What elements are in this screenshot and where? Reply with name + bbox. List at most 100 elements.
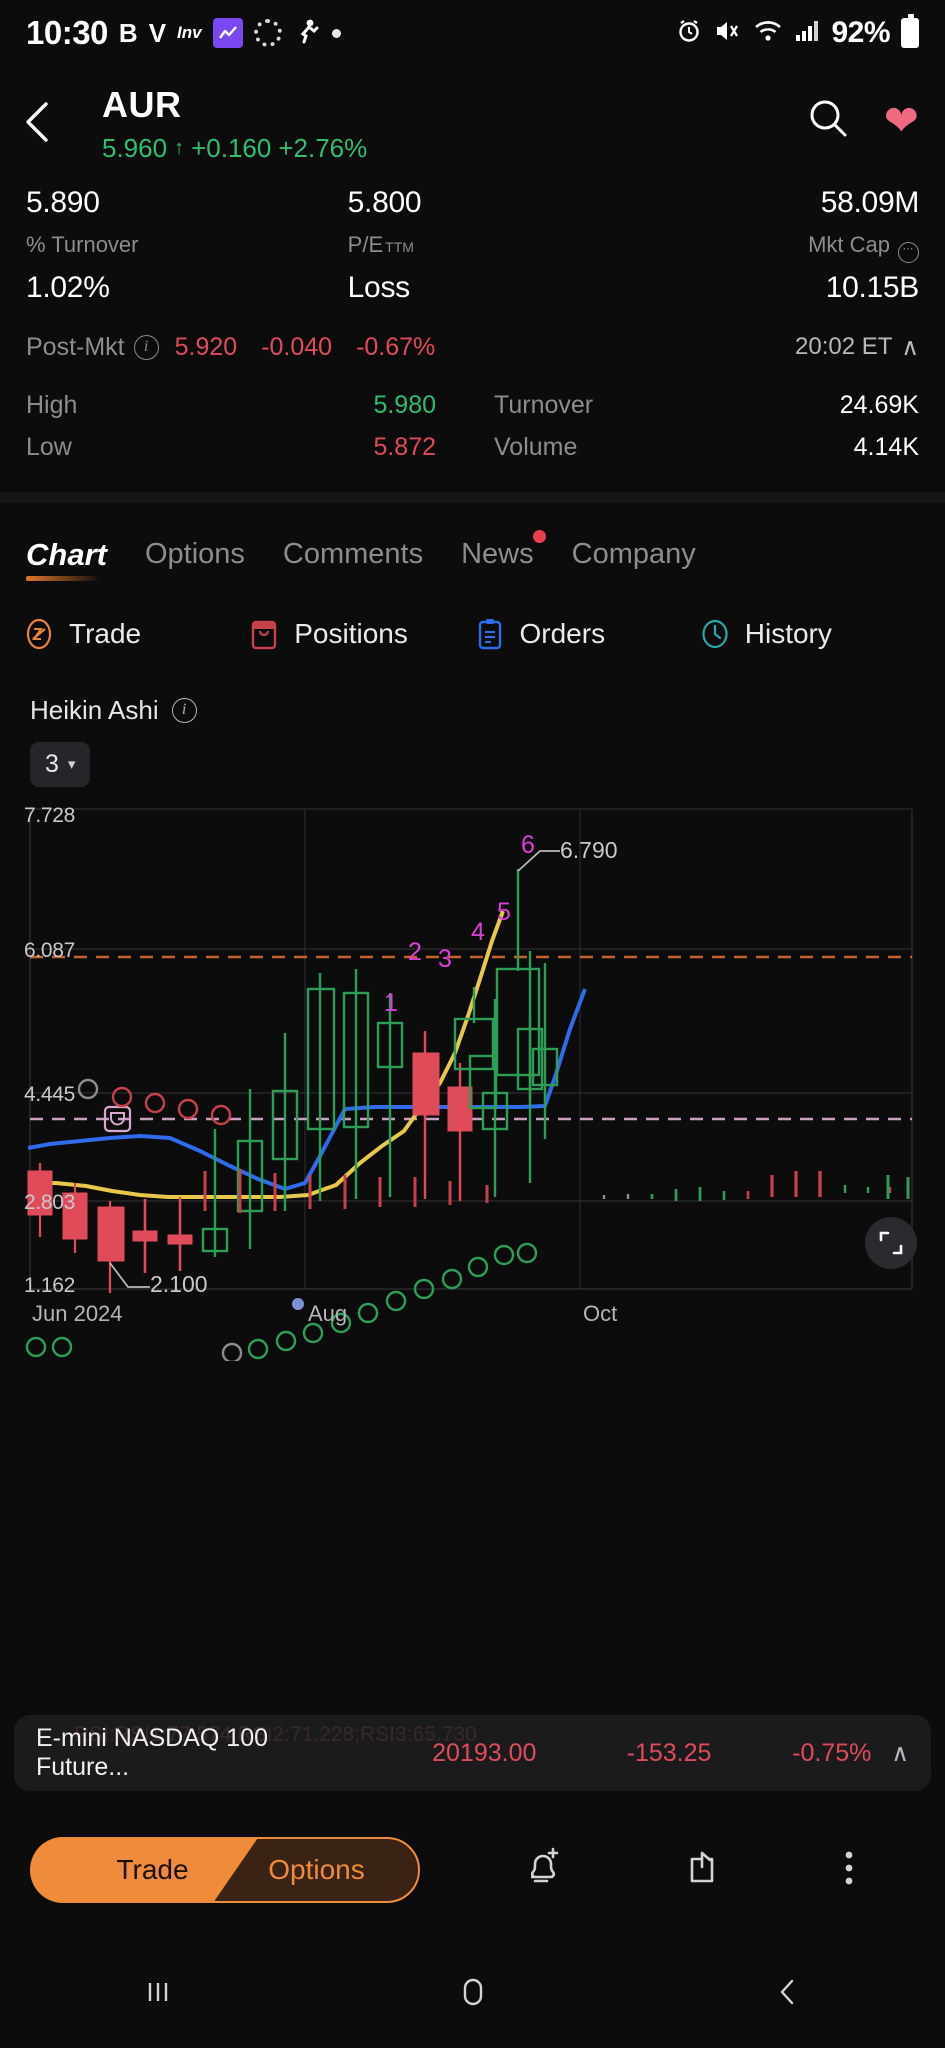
chart-period-value: 3 bbox=[45, 750, 59, 779]
info-icon[interactable]: i bbox=[134, 335, 159, 360]
trade-options-pill: Trade Options bbox=[30, 1837, 420, 1903]
y-tick-label: 4.445 bbox=[24, 1083, 75, 1107]
x-tick-label: Jun 2024 bbox=[32, 1301, 123, 1327]
y-tick-label: 7.728 bbox=[24, 804, 75, 828]
stat-cell-open: 5.890 % Turnover bbox=[26, 186, 312, 263]
share-icon[interactable] bbox=[680, 1845, 724, 1896]
futures-ticker-bar[interactable]: RSI:RSI1:77.574;RSI2:71.228;RSI3:65.730 … bbox=[14, 1715, 931, 1791]
inv-glyph-icon: Inv bbox=[177, 23, 202, 43]
post-market-time-group[interactable]: 20:02 ET ∧ bbox=[795, 333, 919, 362]
futures-name: E-mini NASDAQ 100 Future... bbox=[36, 1724, 351, 1782]
action-positions[interactable]: Positions bbox=[247, 617, 472, 651]
back-button[interactable] bbox=[22, 84, 76, 151]
chart-type-label: Heikin Ashi bbox=[30, 695, 159, 726]
stat-label-sup: TTM bbox=[385, 239, 414, 255]
up-arrow-icon: ↑ bbox=[174, 137, 184, 160]
heart-icon[interactable]: ❤ bbox=[884, 100, 919, 142]
sar-dots-rising bbox=[223, 1244, 536, 1361]
chevron-down-icon: ▾ bbox=[68, 755, 76, 773]
stat-value: Loss bbox=[348, 271, 634, 305]
history-clock-icon bbox=[698, 617, 732, 651]
low-value: 5.872 bbox=[186, 433, 436, 462]
price-chart[interactable]: 7.728 6.087 4.445 2.803 1.162 6.790 2.10… bbox=[0, 801, 945, 1361]
alert-bell-icon[interactable] bbox=[519, 1845, 563, 1896]
quick-action-row: Trade Positions Orders History bbox=[0, 581, 945, 651]
post-market-label: Post-Mkt bbox=[26, 333, 125, 362]
info-icon[interactable]: i bbox=[172, 698, 197, 723]
chart-header: Heikin Ashi i 3 ▾ bbox=[0, 651, 945, 787]
b-glyph-icon: B bbox=[119, 20, 138, 46]
search-icon[interactable] bbox=[806, 96, 850, 145]
action-orders-label: Orders bbox=[520, 618, 606, 650]
stat-value: 5.890 bbox=[26, 186, 312, 220]
status-bar-left: 10:30 B V Inv bbox=[26, 14, 341, 52]
tab-news[interactable]: News bbox=[461, 538, 534, 579]
count-marker-1: 1 bbox=[384, 989, 398, 1018]
stats-row-values-1: 5.890 % Turnover 5.800 P/ETTM 58.09M Mkt… bbox=[26, 186, 919, 263]
post-market-change: -0.040 bbox=[261, 333, 332, 362]
status-clock: 10:30 bbox=[26, 14, 108, 52]
high-low-grid: High 5.980 Turnover 24.69K Low 5.872 Vol… bbox=[0, 362, 945, 462]
chart-period-selector[interactable]: 3 ▾ bbox=[30, 742, 90, 787]
recents-icon[interactable] bbox=[137, 1971, 179, 2018]
post-market-change-percent: -0.67% bbox=[356, 333, 435, 362]
action-positions-label: Positions bbox=[294, 618, 408, 650]
tab-options[interactable]: Options bbox=[145, 538, 245, 579]
post-market-price: 5.920 bbox=[175, 333, 238, 362]
tab-comments[interactable]: Comments bbox=[283, 538, 423, 579]
post-market-row[interactable]: Post-Mkt i 5.920 -0.040 -0.67% 20:02 ET … bbox=[0, 305, 945, 362]
ticker-symbol: AUR bbox=[102, 84, 806, 126]
stat-cell-prevclose: 5.800 P/ETTM bbox=[312, 186, 634, 263]
tab-news-label: News bbox=[461, 538, 534, 570]
stats-grid: 5.890 % Turnover 5.800 P/ETTM 58.09M Mkt… bbox=[0, 164, 945, 305]
mute-icon bbox=[714, 18, 742, 49]
high-label: High bbox=[26, 391, 186, 420]
tab-company[interactable]: Company bbox=[572, 538, 696, 579]
chart-type-row[interactable]: Heikin Ashi i bbox=[30, 695, 919, 726]
action-history[interactable]: History bbox=[698, 617, 923, 651]
chart-canvas[interactable] bbox=[0, 801, 945, 1361]
tab-chart[interactable]: Chart bbox=[26, 537, 107, 581]
count-marker-3: 3 bbox=[438, 945, 452, 974]
stat-label-text: % Turnover bbox=[26, 232, 139, 258]
stats-row-values-2: 1.02% Loss 10.15B bbox=[26, 271, 919, 305]
post-market-time: 20:02 ET bbox=[795, 333, 892, 361]
stat-label-text: Mkt Cap bbox=[808, 232, 890, 258]
trade-icon bbox=[22, 617, 56, 651]
ellipsis-circle-icon[interactable]: ⋯ bbox=[898, 242, 919, 263]
count-marker-4: 4 bbox=[471, 918, 485, 947]
y-tick-label: 1.162 bbox=[24, 1274, 75, 1298]
bottom-action-bar: Trade Options bbox=[0, 1822, 945, 1918]
volume-value: 4.14K bbox=[854, 433, 919, 462]
expand-chart-icon[interactable] bbox=[865, 1217, 917, 1269]
count-marker-6: 6 bbox=[521, 831, 535, 860]
header-actions: ❤ bbox=[806, 84, 919, 145]
stat-cell-volume: 58.09M Mkt Cap ⋯ bbox=[633, 186, 919, 263]
section-divider bbox=[0, 492, 945, 503]
stat-value: 58.09M bbox=[633, 186, 919, 220]
action-orders[interactable]: Orders bbox=[473, 617, 698, 651]
axis-marker-dot bbox=[292, 1298, 304, 1310]
v-glyph-icon: V bbox=[149, 20, 166, 46]
chevron-up-icon[interactable]: ∧ bbox=[901, 333, 919, 362]
ticker-quote-row: 5.960 ↑ +0.160 +2.76% bbox=[102, 133, 806, 164]
low-label: Low bbox=[26, 433, 186, 462]
count-marker-2: 2 bbox=[408, 938, 422, 967]
stat-cell-turnover-pct: 1.02% bbox=[26, 271, 312, 305]
home-icon[interactable] bbox=[452, 1971, 494, 2018]
more-vertical-icon[interactable] bbox=[842, 1845, 856, 1896]
tab-bar: Chart Options Comments News Company bbox=[0, 503, 945, 581]
chart-app-icon bbox=[213, 18, 243, 48]
y-tick-label: 2.803 bbox=[24, 1191, 75, 1215]
action-trade[interactable]: Trade bbox=[22, 617, 247, 651]
orders-icon bbox=[473, 617, 507, 651]
back-icon[interactable] bbox=[767, 1971, 809, 2018]
wifi-icon bbox=[753, 19, 783, 48]
positions-icon bbox=[247, 617, 281, 651]
signal-icon bbox=[794, 19, 820, 48]
stat-value: 5.800 bbox=[348, 186, 634, 220]
status-bar: 10:30 B V Inv bbox=[0, 0, 945, 66]
chevron-up-icon[interactable]: ∧ bbox=[891, 1739, 909, 1768]
battery-icon bbox=[901, 18, 919, 48]
futures-change-percent: -0.75% bbox=[711, 1739, 871, 1768]
